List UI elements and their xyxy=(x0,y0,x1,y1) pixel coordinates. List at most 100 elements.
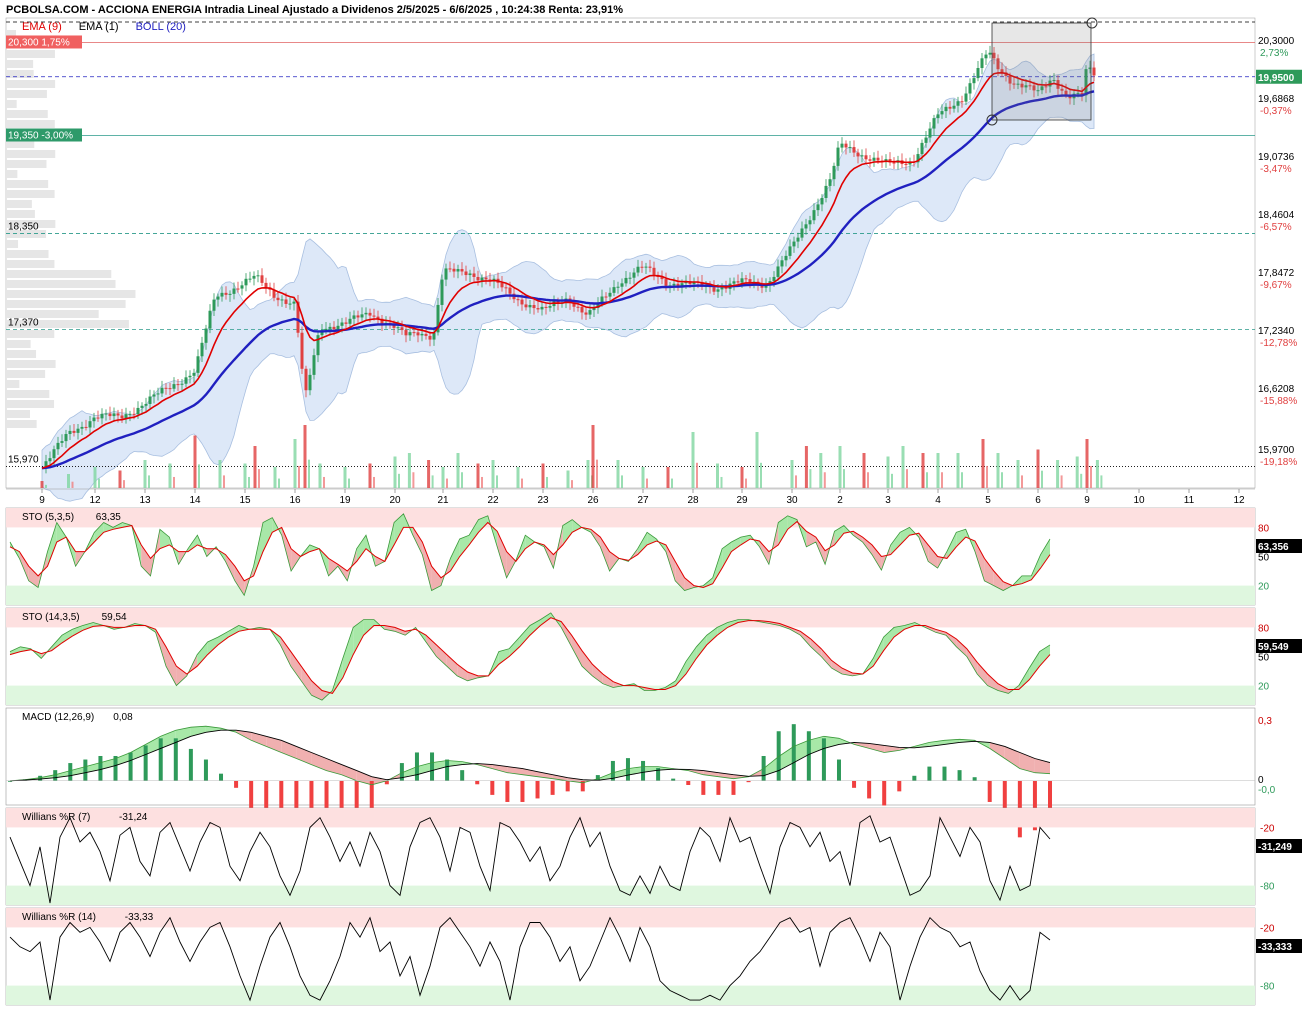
x-tick-label: 11 xyxy=(1184,495,1195,506)
candle-body xyxy=(536,308,540,310)
candle-body xyxy=(224,292,228,295)
candle-body xyxy=(828,179,832,186)
candle-body xyxy=(448,268,452,270)
volume-bar xyxy=(173,476,175,488)
candle-body xyxy=(932,118,936,129)
candle-body xyxy=(52,449,56,459)
candle-body xyxy=(220,292,224,297)
volume-profile-bar xyxy=(6,370,46,378)
candle-body xyxy=(304,368,308,391)
volume-bar xyxy=(716,463,719,488)
current-value: -0,0 xyxy=(1258,785,1276,796)
volume-profile-bar xyxy=(6,380,20,388)
volume-bar xyxy=(398,473,400,488)
macd-histogram-bar xyxy=(882,780,887,806)
candle-body xyxy=(160,387,164,394)
price-tick: 19,6868 xyxy=(1258,94,1295,105)
macd-histogram-bar xyxy=(686,780,691,785)
volume-bar xyxy=(118,470,122,488)
volume-bar xyxy=(996,453,1000,488)
macd-histogram-bar xyxy=(625,758,630,781)
candle-body xyxy=(528,304,532,308)
volume-bar xyxy=(809,469,812,488)
volume-bar xyxy=(740,467,744,488)
x-tick-label: 2 xyxy=(837,495,843,506)
candle-body xyxy=(348,318,352,324)
volume-profile-bar xyxy=(6,270,112,278)
pct-tick: -6,57% xyxy=(1260,222,1292,233)
candle-body xyxy=(960,101,964,103)
candle-body xyxy=(360,314,364,318)
candle-body xyxy=(620,283,624,287)
macd-histogram-bar xyxy=(852,780,857,788)
volume-bar xyxy=(348,478,350,488)
level-tick: 20 xyxy=(1258,582,1270,593)
volume-bar xyxy=(696,462,698,488)
x-tick-label: 13 xyxy=(139,495,151,506)
macd-histogram-bar xyxy=(445,759,450,781)
candle-body xyxy=(508,287,512,294)
candle-body xyxy=(256,275,260,277)
stock-chart[interactable]: 20,300 1,75% 19,350 -3,00% 18,350 17,370 15,… xyxy=(0,0,1310,1012)
candle-body xyxy=(232,288,236,294)
candle-body xyxy=(952,105,956,109)
volume-bar xyxy=(843,469,845,488)
candle-body xyxy=(776,266,780,277)
volume-bar xyxy=(646,478,648,488)
stoch-fill xyxy=(197,642,208,667)
x-tick-label: 14 xyxy=(189,495,201,506)
overbought-zone xyxy=(6,608,1255,628)
x-tick-label: 10 xyxy=(1133,495,1145,506)
candle-body xyxy=(904,164,908,166)
price-tick: 15,9700 xyxy=(1258,445,1295,456)
macd-histogram-bar xyxy=(143,745,148,781)
candle-body xyxy=(424,333,428,336)
panel-value: -31,24 xyxy=(119,812,148,823)
candle-body xyxy=(408,332,412,336)
volume-profile-bar xyxy=(6,290,136,298)
candle-body xyxy=(280,299,284,301)
candle-body xyxy=(936,114,940,119)
candle-body xyxy=(260,275,264,283)
pct-tick: -19,18% xyxy=(1260,457,1297,468)
candle-body xyxy=(92,417,96,422)
volume-bar xyxy=(566,470,570,488)
volume-bar xyxy=(143,460,147,488)
stoch-fill xyxy=(166,646,177,686)
volume-bar xyxy=(586,460,590,488)
oversold-zone xyxy=(6,985,1255,1005)
macd-histogram-bar xyxy=(821,738,826,781)
volume-bar xyxy=(891,473,893,488)
macd-histogram-bar xyxy=(520,780,525,802)
candle-body xyxy=(588,310,592,315)
level-tag: 20,300 1,75% xyxy=(8,37,70,48)
candle-body xyxy=(196,356,200,373)
candle-body xyxy=(672,283,676,286)
volume-bar xyxy=(823,472,826,488)
stoch-fill xyxy=(426,635,437,657)
volume-bar xyxy=(755,432,759,488)
volume-bar xyxy=(1036,449,1040,488)
candle-body xyxy=(104,413,108,415)
candle-body xyxy=(856,152,860,157)
candle-body xyxy=(732,281,736,284)
candle-body xyxy=(772,276,776,282)
macd-histogram-bar xyxy=(987,780,992,802)
candle-body xyxy=(176,384,180,386)
macd-fill xyxy=(130,744,146,761)
candle-body xyxy=(724,287,728,289)
price-tick: 17,2340 xyxy=(1258,326,1295,337)
overbought-zone xyxy=(6,508,1255,528)
volume-bar xyxy=(961,472,963,488)
price-tick: 19,0736 xyxy=(1258,152,1295,163)
candle-body xyxy=(248,278,252,280)
volume-profile-bar xyxy=(6,210,35,218)
bollinger-band xyxy=(41,53,1095,502)
panel-label: Willians %R (7) xyxy=(22,812,90,823)
x-tick-label: 9 xyxy=(1084,495,1090,506)
candle-body xyxy=(712,287,716,292)
volume-bar xyxy=(862,453,866,488)
candle-body xyxy=(788,246,792,256)
macd-histogram-bar xyxy=(550,780,555,795)
volume-bar xyxy=(1001,472,1003,488)
